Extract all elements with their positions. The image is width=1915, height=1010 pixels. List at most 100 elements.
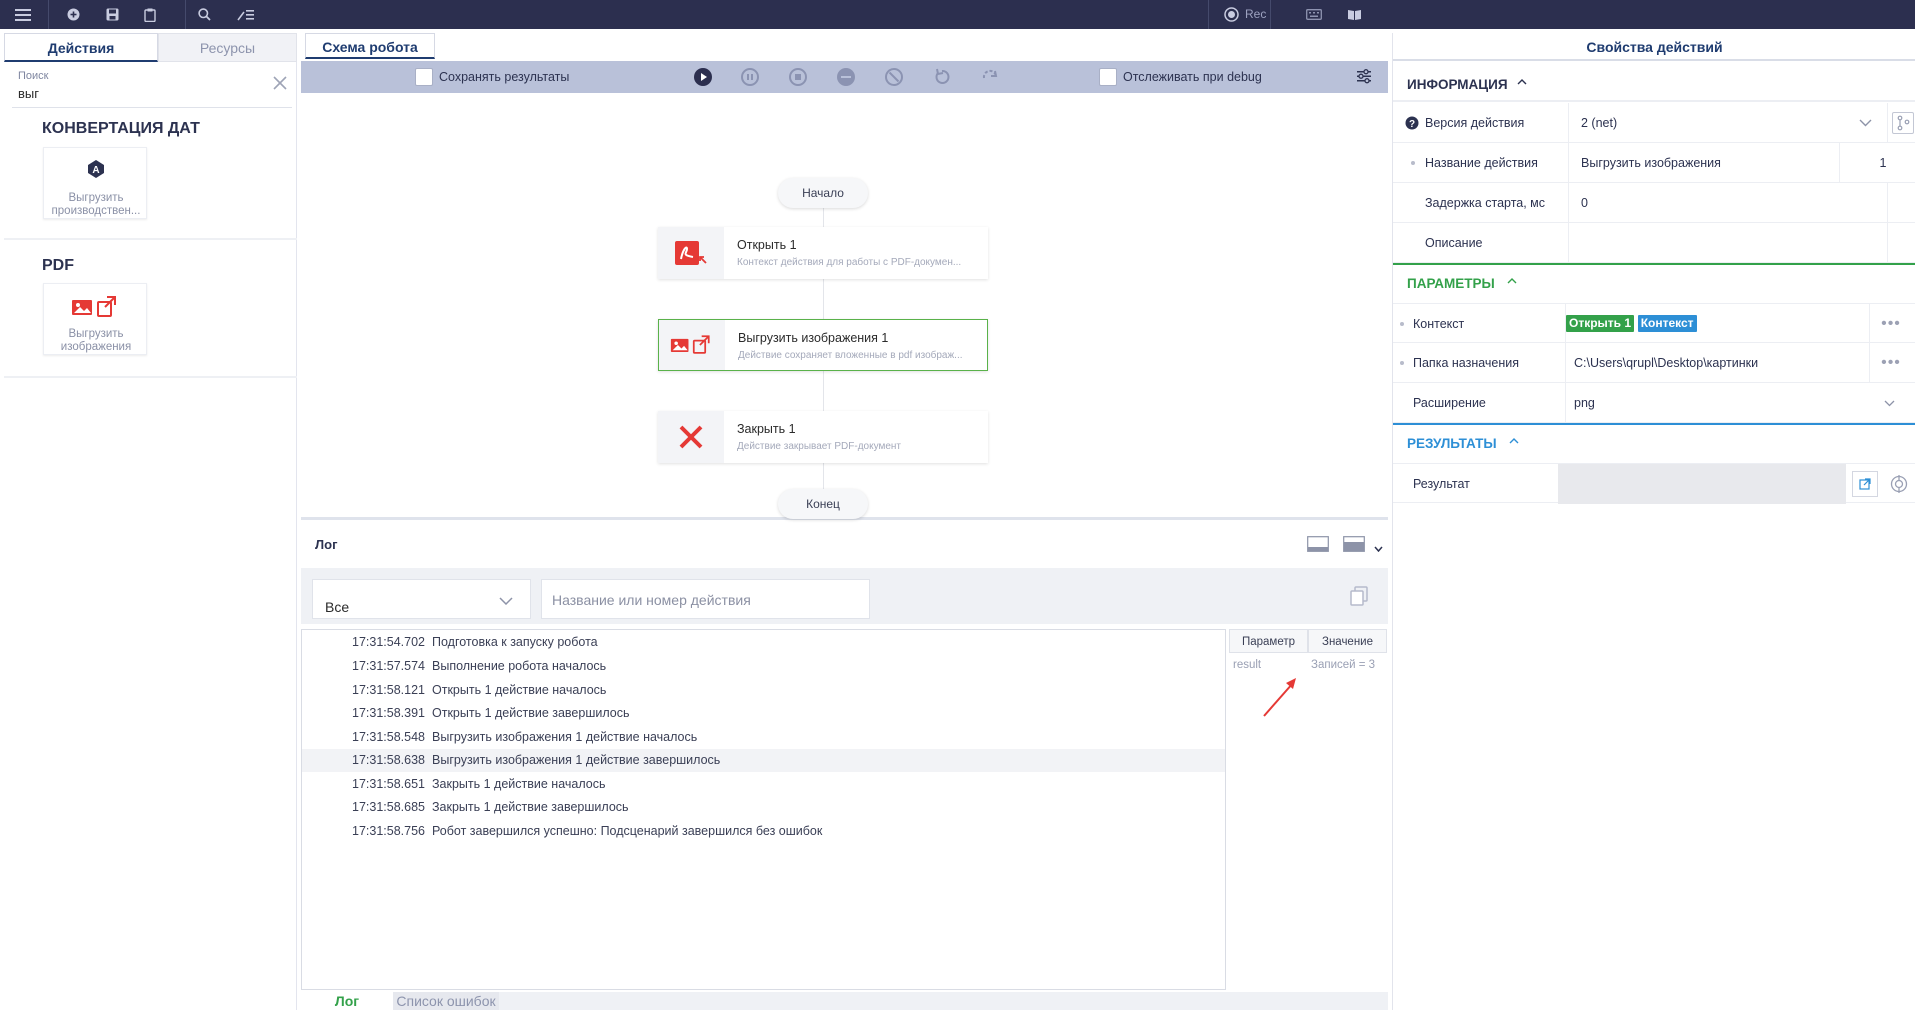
tab-actions[interactable]: Действия: [4, 33, 158, 62]
clear-search-icon[interactable]: [272, 75, 290, 93]
row-result: Результат: [1393, 463, 1915, 504]
section-results-title[interactable]: РЕЗУЛЬТАТЫ: [1407, 436, 1497, 451]
tab-log[interactable]: Лог: [301, 992, 393, 1010]
stop-icon[interactable]: [789, 68, 807, 86]
branch-icon[interactable]: [1892, 112, 1914, 134]
start-delay-input[interactable]: 0: [1568, 183, 1888, 223]
result-params-panel: Параметр Значение result Записей = 3: [1228, 629, 1388, 990]
copy-icon[interactable]: [1350, 586, 1368, 609]
edit-list-icon[interactable]: [234, 0, 258, 29]
log-list[interactable]: 17:31:54.702 Подготовка к запуску робота …: [301, 629, 1226, 990]
log-row[interactable]: 17:31:58.685 Закрыть 1 действие завершило…: [302, 796, 1225, 819]
end-node[interactable]: Конец: [778, 489, 868, 519]
log-row[interactable]: 17:31:54.702 Подготовка к запуску робота: [302, 631, 1225, 654]
clipboard-icon[interactable]: [139, 0, 161, 29]
tab-robot-schema[interactable]: Схема робота: [305, 33, 435, 59]
export-images-icon: [72, 296, 116, 317]
log-row[interactable]: 17:31:57.574 Выполнение робота началось: [302, 655, 1225, 678]
action-card-export-images[interactable]: Выгрузить изображения: [43, 283, 147, 355]
target-icon[interactable]: [1890, 475, 1908, 496]
layout-split-icon[interactable]: [1343, 536, 1365, 555]
schema-canvas[interactable]: Начало Открыть 1 Контекст действия для р…: [301, 93, 1388, 520]
param-header[interactable]: Параметр: [1229, 629, 1308, 653]
properties-title: Свойства действий: [1393, 33, 1915, 61]
rec-label[interactable]: Rec: [1245, 0, 1266, 29]
flow-node-open[interactable]: Открыть 1 Контекст действия для работы с…: [658, 227, 988, 279]
context-tag-context[interactable]: Контекст: [1637, 315, 1697, 332]
tab-resources[interactable]: Ресурсы: [158, 33, 297, 62]
row-action-name: Название действия Выгрузить изображения …: [1393, 143, 1915, 183]
flow-node-close[interactable]: Закрыть 1 Действие закрывает PDF-докумен…: [658, 411, 988, 463]
log-title: Лог: [315, 537, 338, 552]
search-icon[interactable]: [193, 0, 215, 29]
track-debug-label: Отслеживать при debug: [1123, 70, 1262, 84]
context-value[interactable]: Открыть 1 Контекст: [1565, 304, 1870, 344]
help-icon[interactable]: ?: [1405, 116, 1419, 133]
flow-node-export-images[interactable]: Выгрузить изображения 1 Действие сохраня…: [658, 319, 988, 371]
more-options-icon[interactable]: •••: [1876, 304, 1906, 344]
action-name-input[interactable]: Выгрузить изображения: [1568, 143, 1840, 183]
add-icon[interactable]: [62, 0, 84, 29]
extension-select[interactable]: png: [1565, 383, 1906, 423]
chevron-down-icon[interactable]: [1374, 540, 1383, 555]
log-filter-bar: Все Название или номер действия: [301, 568, 1388, 624]
pdf-open-icon: [658, 227, 724, 279]
row-start-delay: Задержка старта, мс 0: [1393, 183, 1915, 223]
close-x-icon: [658, 411, 724, 463]
chevron-up-icon[interactable]: [1507, 275, 1517, 287]
log-level-select[interactable]: Все: [312, 579, 531, 619]
undo-icon[interactable]: [933, 68, 951, 89]
target-folder-input[interactable]: C:\Users\qrupl\Desktop\картинки: [1565, 343, 1870, 383]
log-row[interactable]: 17:31:58.548 Выгрузить изображения 1 дейс…: [302, 726, 1225, 749]
section-params-title[interactable]: ПАРАМЕТРЫ: [1407, 276, 1495, 291]
block-icon[interactable]: [885, 68, 903, 86]
row-action-version: ? Версия действия 2 (net): [1393, 103, 1915, 143]
version-select[interactable]: 2 (net): [1568, 103, 1888, 143]
export-images-icon: [659, 320, 725, 370]
param-value[interactable]: Записей = 3: [1311, 659, 1375, 671]
svg-text:A: A: [92, 165, 99, 176]
log-header: Лог: [301, 523, 1388, 568]
track-debug-checkbox[interactable]: [1099, 68, 1117, 86]
chevron-up-icon[interactable]: [1509, 435, 1519, 447]
record-icon[interactable]: [1221, 0, 1241, 29]
play-icon[interactable]: [694, 68, 712, 86]
redo-icon[interactable]: [981, 68, 999, 89]
schema-toolbar: Сохранять результаты Отслеживать при deb…: [301, 61, 1388, 93]
start-node[interactable]: Начало: [778, 178, 868, 208]
layout-bottom-icon[interactable]: [1307, 536, 1329, 555]
keyboard-icon[interactable]: [1303, 0, 1325, 29]
row-target-folder: Папка назначения C:\Users\qrupl\Desktop\…: [1393, 343, 1915, 383]
category-title: КОНВЕРТАЦИЯ ДАТ: [42, 120, 200, 137]
row-extension: Расширение png: [1393, 383, 1915, 423]
minus-icon[interactable]: [837, 68, 855, 86]
pause-icon[interactable]: [741, 68, 759, 86]
description-input[interactable]: [1568, 223, 1888, 263]
log-row[interactable]: 17:31:58.651 Закрыть 1 действие началось: [302, 773, 1225, 796]
value-header[interactable]: Значение: [1308, 629, 1387, 653]
book-icon[interactable]: [1343, 0, 1365, 29]
settings-sliders-icon[interactable]: [1356, 68, 1372, 87]
open-external-icon[interactable]: [1852, 471, 1878, 497]
log-row[interactable]: 17:31:58.638 Выгрузить изображения 1 дейс…: [302, 749, 1225, 772]
more-options-icon[interactable]: •••: [1876, 343, 1906, 383]
result-value-field[interactable]: [1558, 464, 1846, 504]
tab-error-list[interactable]: Список ошибок: [393, 992, 499, 1010]
log-row[interactable]: 17:31:58.391 Открыть 1 действие завершило…: [302, 702, 1225, 725]
log-search-input[interactable]: Название или номер действия: [541, 579, 870, 619]
action-number[interactable]: 1: [1863, 143, 1903, 183]
chevron-down-icon: [499, 597, 513, 605]
section-info-title[interactable]: ИНФОРМАЦИЯ: [1407, 77, 1508, 92]
svg-text:?: ?: [1409, 119, 1415, 130]
log-row[interactable]: 17:31:58.121 Открыть 1 действие началось: [302, 679, 1225, 702]
menu-icon[interactable]: [10, 0, 36, 29]
save-icon[interactable]: [101, 0, 123, 29]
chevron-up-icon[interactable]: [1517, 76, 1527, 88]
save-results-checkbox[interactable]: [415, 68, 433, 86]
context-tag-open[interactable]: Открыть 1: [1566, 315, 1635, 332]
center-panel: Схема робота Сохранять результаты Отслеж…: [301, 33, 1388, 1010]
chevron-down-icon: [1859, 119, 1872, 127]
log-row[interactable]: 17:31:58.756 Робот завершился успешно: По…: [302, 820, 1225, 843]
search-input[interactable]: выг: [18, 86, 39, 101]
action-card-export-production[interactable]: A Выгрузить производствен...: [43, 147, 147, 219]
